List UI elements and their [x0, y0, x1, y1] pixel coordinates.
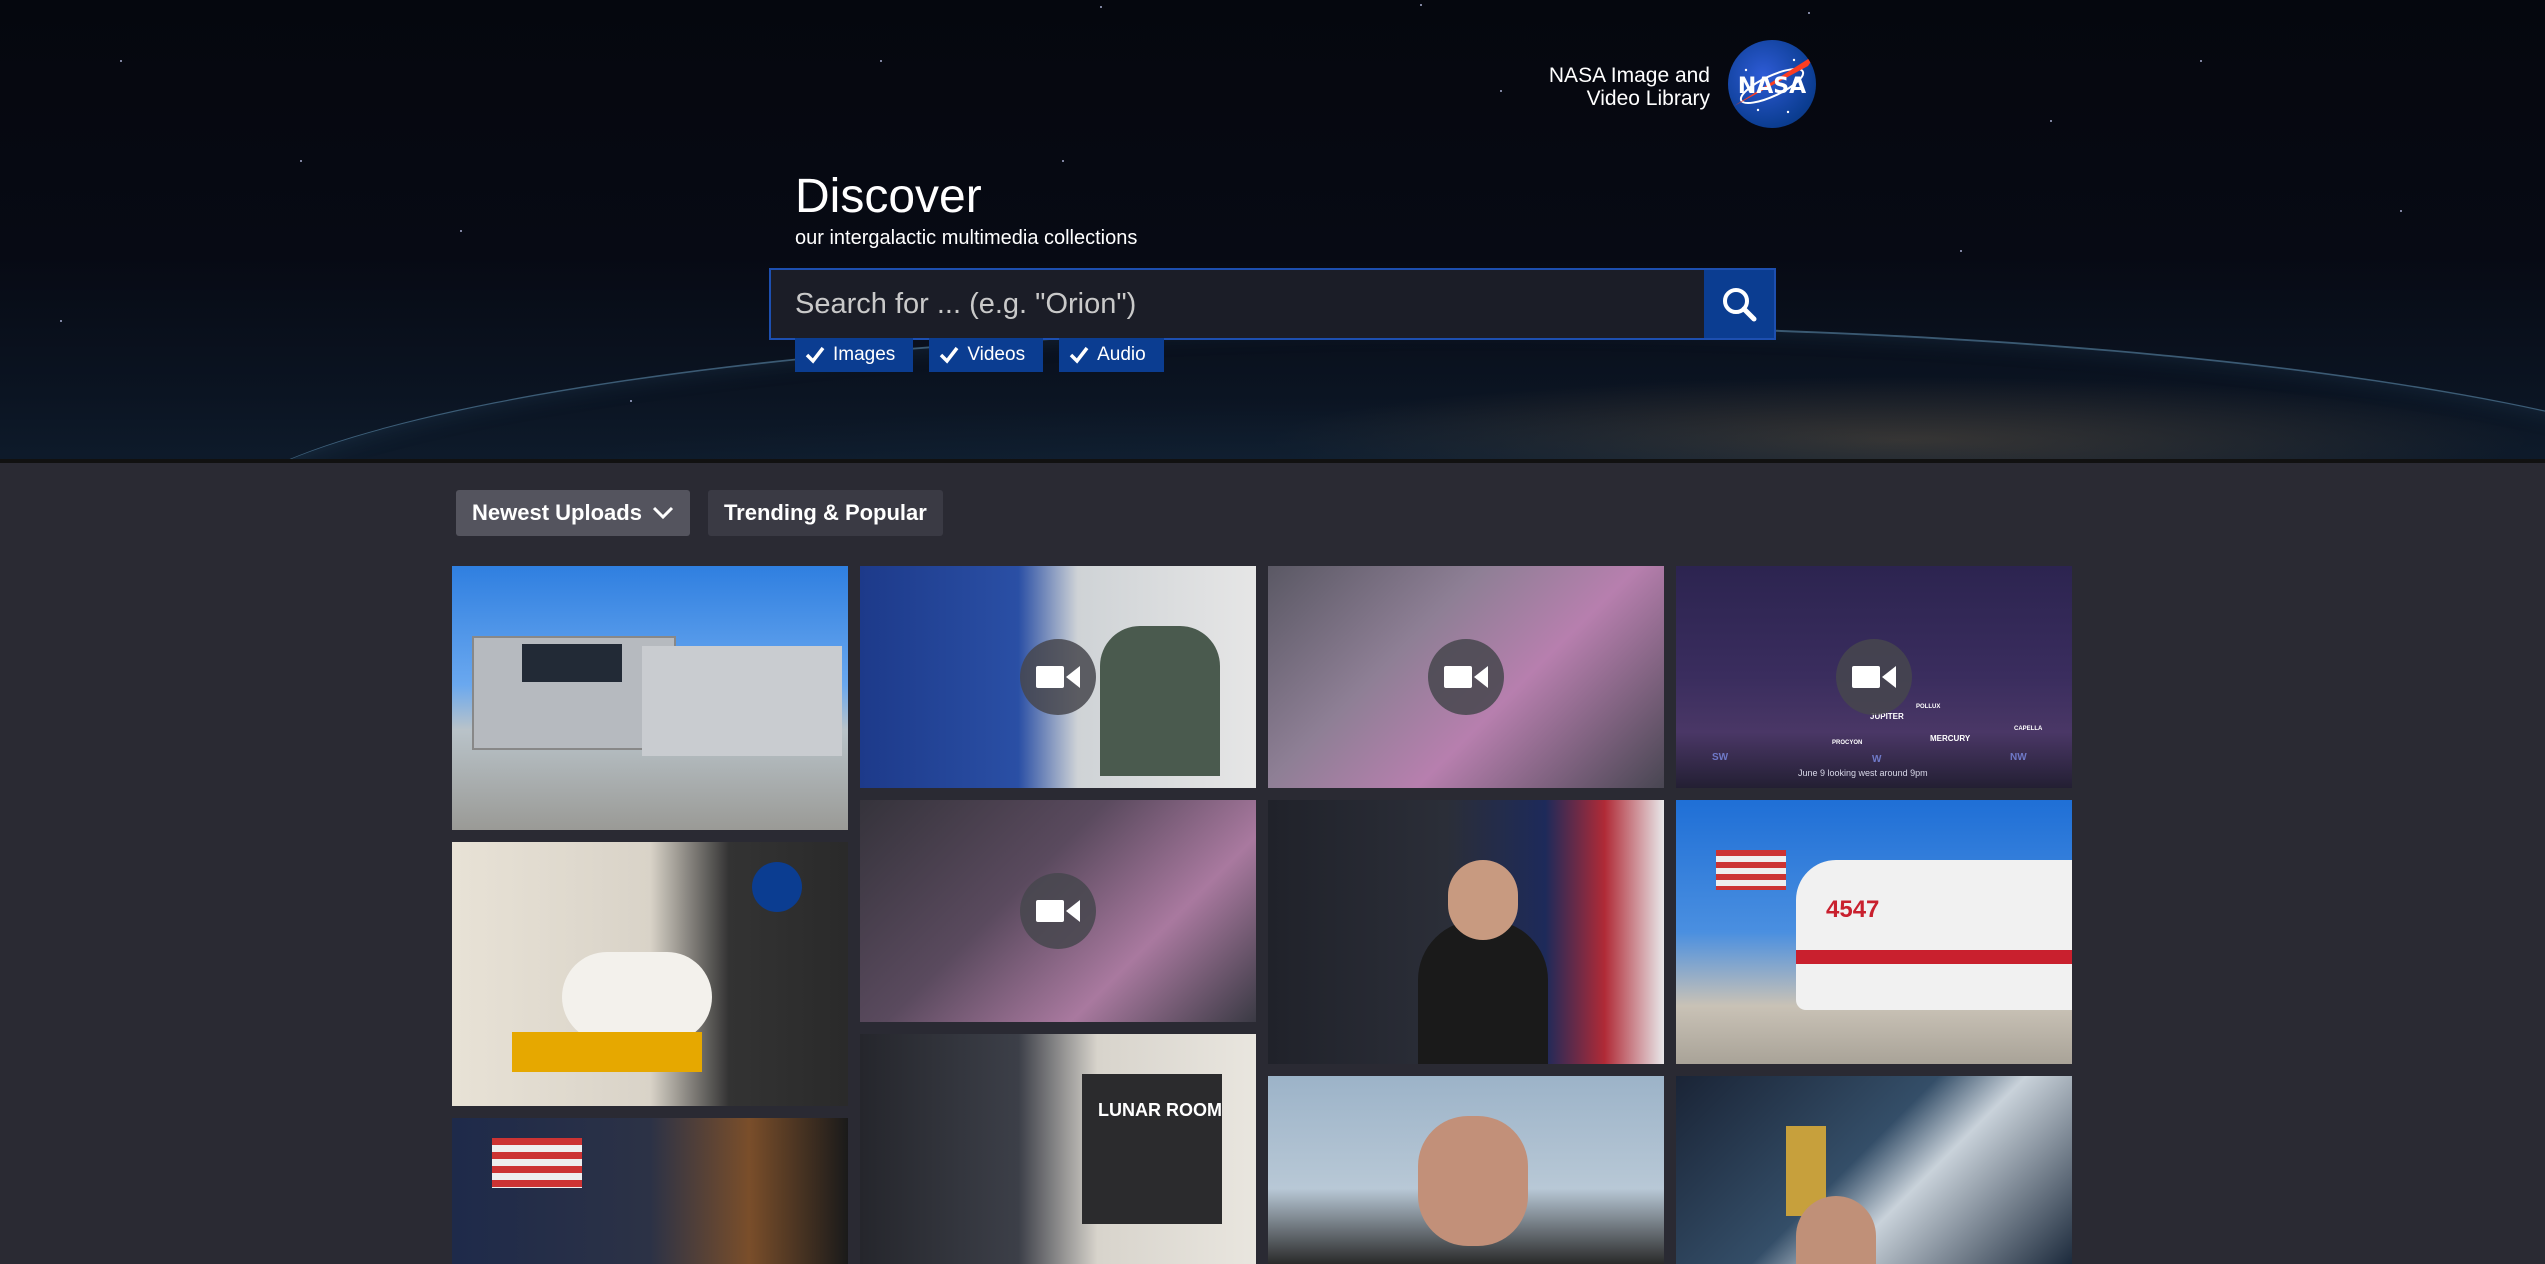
search-bar [769, 268, 1776, 340]
media-tile-4[interactable]: JUPITER MERCURY POLLUX CAPELLA PROCYON S… [1676, 566, 2072, 788]
video-camera-icon [1444, 666, 1488, 688]
media-tile-1[interactable] [452, 566, 848, 830]
filter-label: Audio [1097, 344, 1146, 365]
brand-title: NASA Image and Video Library [1548, 64, 1710, 110]
sky-label-capella: CAPELLA [2014, 726, 2043, 732]
media-tile-7[interactable] [1268, 800, 1664, 1064]
video-play-badge [1428, 639, 1504, 715]
tab-label: Trending & Popular [723, 500, 927, 525]
media-tile-3[interactable] [1268, 566, 1664, 788]
video-play-badge [1020, 873, 1096, 949]
media-tile-9[interactable] [452, 1118, 848, 1264]
filter-label: Videos [967, 344, 1026, 365]
video-play-badge [1836, 639, 1912, 715]
media-tile-2[interactable] [860, 566, 1256, 788]
nasa-logo[interactable]: NASA [1728, 40, 1816, 128]
lunar-room-sign: LUNAR ROOM [1098, 1100, 1222, 1120]
sky-label-nw: NW [2010, 752, 2027, 763]
media-tile-11[interactable] [1268, 1076, 1664, 1264]
check-icon [805, 346, 825, 364]
sky-label-pollux: POLLUX [1916, 704, 1941, 710]
tab-newest-uploads[interactable]: Newest Uploads [456, 490, 690, 536]
search-button[interactable] [1704, 270, 1774, 338]
sky-label-procyon: PROCYON [1832, 740, 1863, 746]
hero-banner: NASA Image and Video Library NASA Discov… [0, 0, 2545, 463]
locomotive-number: 4547 [1826, 896, 1880, 923]
filter-label: Images [833, 344, 896, 365]
tab-trending-popular[interactable]: Trending & Popular [707, 490, 943, 536]
check-icon [1069, 346, 1089, 364]
check-icon [940, 346, 959, 364]
search-input[interactable] [771, 270, 1703, 338]
sky-label-sw: SW [1712, 752, 1729, 763]
tab-label: Newest Uploads [472, 500, 642, 525]
video-camera-icon [1036, 900, 1080, 922]
filter-audio[interactable]: Audio [1059, 338, 1164, 372]
media-tile-12[interactable] [1676, 1076, 2072, 1264]
svg-text:NASA: NASA [1738, 74, 1806, 99]
video-camera-icon [1852, 666, 1896, 688]
sort-tabs: Newest Uploads Trending & Popular [456, 490, 943, 536]
media-tile-5[interactable] [452, 842, 848, 1106]
sky-caption: June 9 looking west around 9pm [1798, 768, 1928, 778]
sky-label-w: W [1872, 754, 1882, 765]
hero-heading: Discover our intergalactic multimedia co… [795, 170, 1137, 250]
media-type-filters: Images Videos Audio [795, 338, 1164, 372]
media-tile-10[interactable]: LUNAR ROOM [860, 1034, 1256, 1264]
page-subtitle: our intergalactic multimedia collections [795, 227, 1138, 249]
media-tile-8[interactable]: 4547 [1676, 800, 2072, 1064]
search-icon [1723, 288, 1757, 322]
sky-label-mercury: MERCURY [1930, 734, 1971, 743]
earth-horizon [200, 325, 2545, 463]
filter-videos[interactable]: Videos [929, 338, 1044, 372]
brand[interactable]: NASA Image and Video Library NASA [1540, 40, 1840, 130]
chevron-down-icon [652, 506, 673, 520]
video-camera-icon [1036, 666, 1080, 688]
page-title: Discover [795, 170, 982, 223]
filter-images[interactable]: Images [795, 338, 914, 372]
media-tile-6[interactable] [860, 800, 1256, 1022]
video-play-badge [1020, 639, 1096, 715]
